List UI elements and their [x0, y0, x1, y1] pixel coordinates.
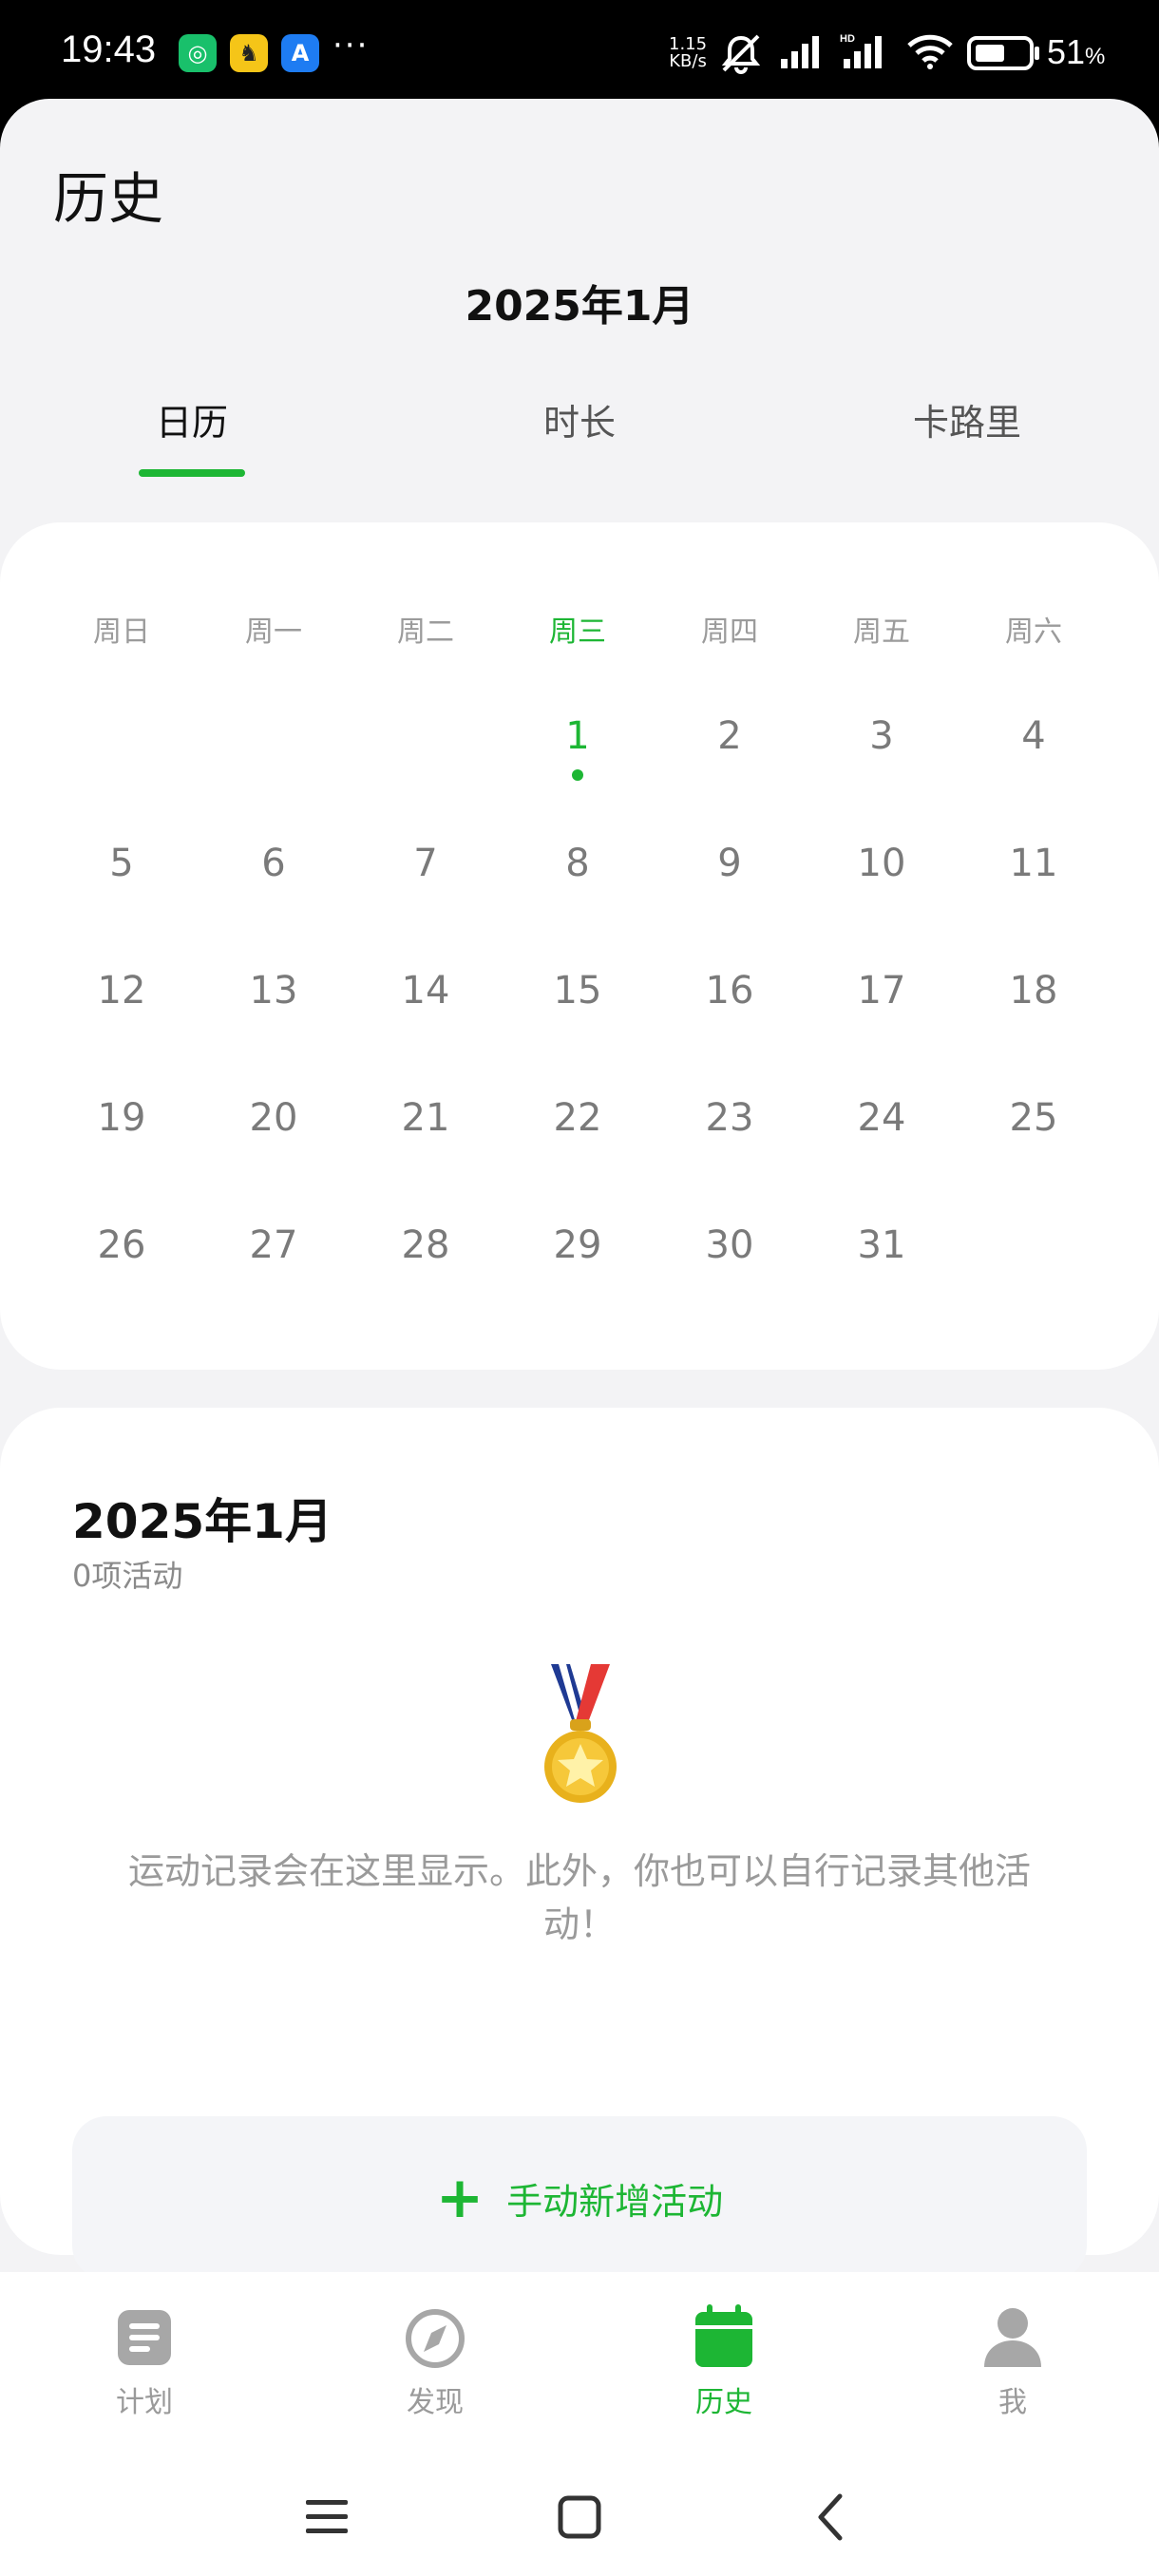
nav-history[interactable]: 历史	[638, 2304, 809, 2420]
calendar-day[interactable]: 11	[958, 842, 1110, 885]
appstore-icon: A	[281, 34, 319, 72]
calendar-day[interactable]: 5	[46, 842, 198, 885]
calendar-day[interactable]: 21	[350, 1096, 502, 1140]
plan-icon	[118, 2310, 171, 2365]
calendar-day[interactable]: 28	[350, 1223, 502, 1267]
calendar-day[interactable]: 14	[350, 969, 502, 1013]
nav-profile[interactable]: 我	[927, 2304, 1098, 2420]
medal-icon	[544, 1664, 617, 1803]
calendar-day[interactable]: 16	[654, 969, 806, 1013]
svg-text:HD: HD	[840, 33, 855, 45]
weekday-label: 周日	[93, 616, 150, 649]
system-navigation-bar	[0, 2462, 1159, 2576]
current-month[interactable]: 2025年1月	[0, 272, 1159, 332]
weekday-label: 周五	[853, 616, 910, 649]
calendar-day[interactable]: 8	[502, 842, 654, 885]
calendar-card: 周日 周一 周二 周三 周四 周五 周六 1 2 3 4 5 6 7 8 9 10 11 12 13 14 15 16 17…	[0, 522, 1159, 1370]
calendar-day[interactable]: 27	[198, 1223, 350, 1267]
nav-profile-label: 我	[998, 2386, 1027, 2419]
activity-month-title: 2025年1月	[72, 1494, 332, 1549]
weekday-header: 周日 周一 周二 周三 周四 周五 周六	[0, 608, 1159, 649]
calendar-day[interactable]: 6	[198, 842, 350, 885]
today-indicator-dot	[572, 769, 583, 781]
calendar-day[interactable]: 25	[958, 1096, 1110, 1140]
calendar-day[interactable]: 4	[958, 714, 1110, 758]
signal-hd-icon: HD	[840, 33, 882, 68]
more-notifications-icon: ···	[332, 27, 370, 65]
add-activity-button[interactable]: + 手动新增活动	[72, 2116, 1087, 2280]
nav-plan[interactable]: 计划	[59, 2304, 230, 2420]
battery-percent-value: 51	[1047, 32, 1086, 71]
calendar-day[interactable]: 17	[806, 969, 958, 1013]
wifi-icon	[907, 34, 953, 69]
nav-discover-label: 发现	[407, 2386, 464, 2419]
home-icon[interactable]	[551, 2489, 608, 2546]
weekday-label: 周六	[1005, 616, 1062, 649]
empty-state-message: 运动记录会在这里显示。此外，你也可以自行记录其他活动！	[127, 1850, 1031, 1945]
weekday-label: 周一	[245, 616, 302, 649]
battery-percent: 51%	[1047, 32, 1105, 72]
green-app-icon: ◎	[179, 34, 217, 72]
calendar-icon	[695, 2304, 752, 2367]
nav-plan-label: 计划	[116, 2386, 173, 2419]
bottom-navigation: 计划 发现 历史 我	[0, 2272, 1159, 2462]
page-title: 历史	[53, 166, 164, 231]
battery-icon	[967, 36, 1039, 70]
weekday-label: 周四	[701, 616, 758, 649]
status-bar: 19:43 ◎ ♞ A ··· 1.15 KB/s HD 51%	[0, 0, 1159, 101]
tab-duration[interactable]: 时长	[466, 393, 694, 445]
calendar-day[interactable]: 2	[654, 714, 806, 758]
nav-history-label: 历史	[695, 2386, 752, 2419]
activity-count: 0项活动	[72, 1558, 183, 1594]
calendar-day[interactable]: 29	[502, 1223, 654, 1267]
weekday-label: 周三	[549, 616, 606, 649]
calendar-day[interactable]: 30	[654, 1223, 806, 1267]
tab-calories[interactable]: 卡路里	[853, 393, 1081, 445]
calendar-day[interactable]: 31	[806, 1223, 958, 1267]
mute-bell-icon	[721, 34, 761, 74]
calendar-day[interactable]: 23	[654, 1096, 806, 1140]
network-speed-unit: KB/s	[669, 51, 707, 71]
network-speed: 1.15 KB/s	[669, 36, 707, 70]
battery-percent-unit: %	[1085, 44, 1106, 69]
calendar-day[interactable]: 15	[502, 969, 654, 1013]
menu-icon[interactable]	[298, 2489, 355, 2546]
calendar-day[interactable]: 10	[806, 842, 958, 885]
calendar-day[interactable]: 13	[198, 969, 350, 1013]
status-time: 19:43	[61, 28, 157, 70]
calendar-day[interactable]: 18	[958, 969, 1110, 1013]
tab-calendar[interactable]: 日历	[78, 393, 306, 445]
screen: 19:43 ◎ ♞ A ··· 1.15 KB/s HD 51% 历史 2025…	[0, 0, 1159, 2576]
signal-icon-1	[781, 36, 819, 68]
history-sheet: 历史 2025年1月 日历 时长 卡路里 周日 周一 周二 周三 周四 周五 周六 1234…	[0, 99, 1159, 2283]
plus-icon: +	[435, 2165, 484, 2231]
calendar-day[interactable]: 20	[198, 1096, 350, 1140]
calendar-day[interactable]: 26	[46, 1223, 198, 1267]
calendar-day[interactable]: 12	[46, 969, 198, 1013]
calendar-day[interactable]: 22	[502, 1096, 654, 1140]
calendar-day[interactable]: 3	[806, 714, 958, 758]
back-icon[interactable]	[804, 2489, 861, 2546]
calendar-day[interactable]: 7	[350, 842, 502, 885]
profile-icon	[984, 2308, 1041, 2367]
calendar-day[interactable]: 19	[46, 1096, 198, 1140]
activity-card: 2025年1月 0项活动 运动记录会在这里显示。此外，你也可以自行记录其他活动！…	[0, 1408, 1159, 2280]
compass-icon	[406, 2309, 465, 2368]
nav-discover[interactable]: 发现	[350, 2304, 521, 2420]
add-activity-label: 手动新增活动	[506, 2180, 724, 2223]
calendar-day[interactable]: 9	[654, 842, 806, 885]
calendar-day[interactable]: 24	[806, 1096, 958, 1140]
weekday-label: 周二	[397, 616, 454, 649]
tab-bar: 日历 时长 卡路里	[0, 393, 1159, 488]
active-tab-indicator	[139, 469, 245, 477]
calendar-day[interactable]: 1	[502, 714, 654, 758]
yellow-app-icon: ♞	[230, 34, 268, 72]
